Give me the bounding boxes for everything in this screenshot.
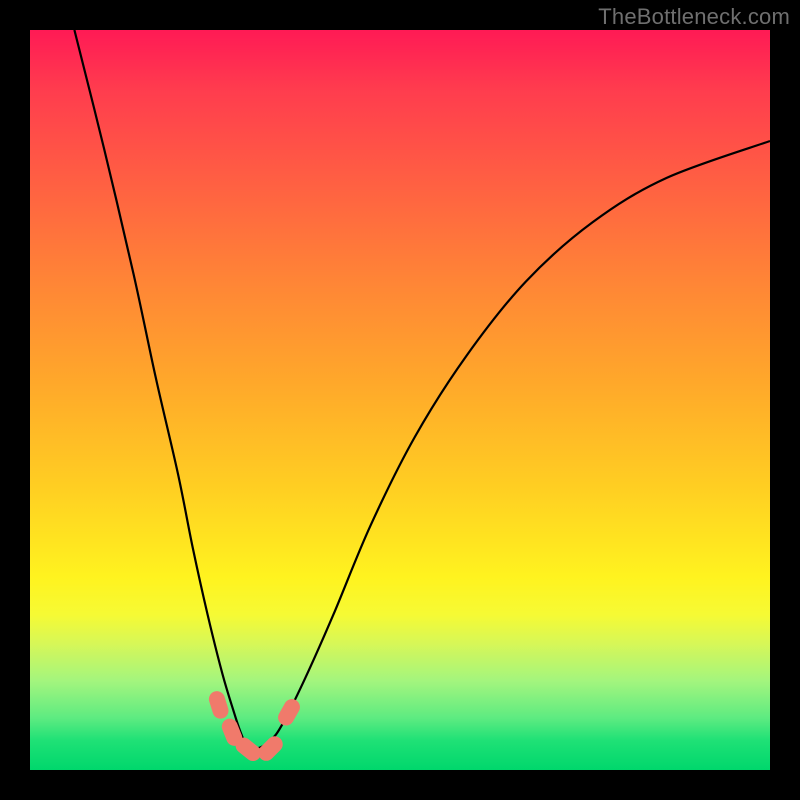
valley-marker: [275, 696, 303, 728]
valley-marker: [207, 689, 231, 720]
valley-markers-group: [207, 689, 303, 764]
bottleneck-curve-path: [74, 30, 770, 749]
valley-marker: [255, 733, 286, 764]
watermark-text: TheBottleneck.com: [598, 4, 790, 30]
bottleneck-curve-svg: [30, 30, 770, 770]
valley-marker: [219, 716, 244, 748]
plot-area: [30, 30, 770, 770]
valley-marker: [232, 734, 264, 764]
valley-markers-svg: [30, 30, 770, 770]
chart-frame: TheBottleneck.com: [0, 0, 800, 800]
